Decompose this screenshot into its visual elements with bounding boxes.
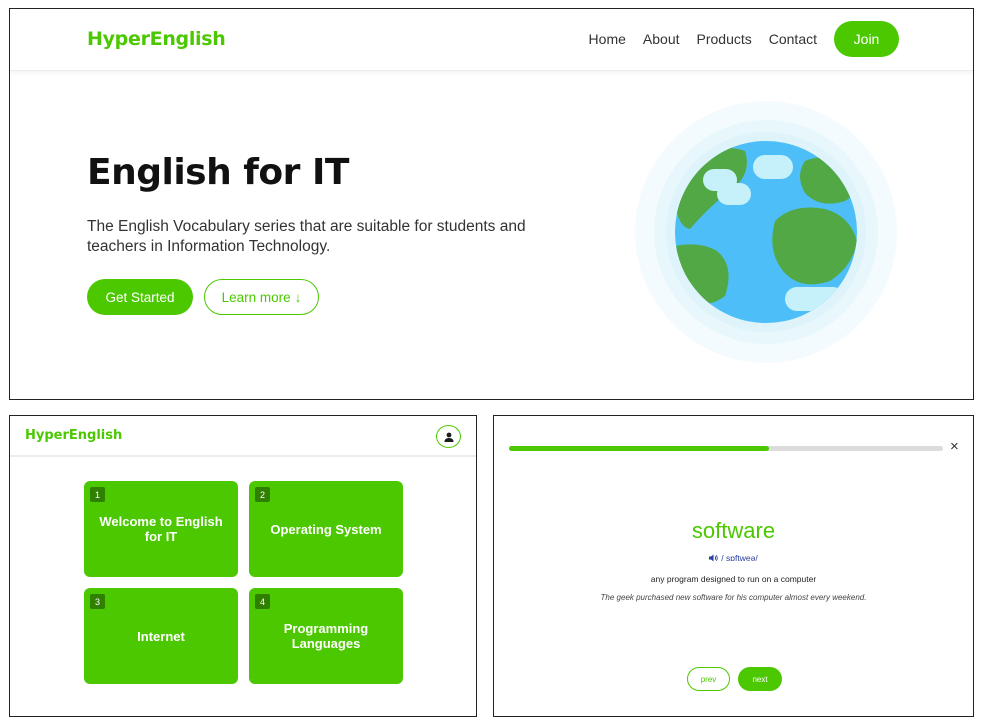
flashcard-word: software — [691, 518, 776, 543]
arrow-down-icon: ↓ — [294, 289, 302, 305]
top-navbar: HyperEnglish Home About Products Contact… — [10, 9, 973, 71]
topic-number-badge: 3 — [90, 594, 105, 609]
pronunciation: / sɒftweə/ — [494, 553, 973, 563]
prev-button[interactable]: prev — [687, 667, 730, 691]
topic-number-badge: 4 — [255, 594, 270, 609]
topic-title: Internet — [137, 628, 185, 644]
learn-more-button[interactable]: Learn more ↓ — [204, 279, 319, 315]
speaker-icon[interactable] — [709, 554, 719, 562]
brand-logo[interactable]: HyperEnglish — [87, 28, 226, 50]
topics-page-screenshot: HyperEnglish 1 Welcome to English for IT… — [9, 415, 477, 717]
topic-number-badge: 2 — [255, 487, 270, 502]
learn-more-label: Learn more — [221, 289, 291, 305]
close-icon[interactable]: × — [950, 438, 959, 455]
hero-subtitle: The English Vocabulary series that are s… — [87, 218, 526, 255]
globe-icon — [635, 101, 897, 363]
definition-text: any program designed to run on a compute… — [650, 574, 817, 584]
progress-bar — [509, 446, 943, 451]
nav-links: Home About Products Contact — [589, 31, 817, 47]
user-icon[interactable] — [436, 425, 461, 448]
nav-link-contact[interactable]: Contact — [769, 31, 817, 47]
topic-title: Operating System — [270, 521, 382, 537]
hero-title: English for IT — [87, 152, 349, 193]
globe-illustration — [635, 101, 897, 363]
phonetic-text: / sɒftweə/ — [721, 553, 758, 563]
example-sentence: The geek purchased new software for his … — [600, 593, 867, 602]
topic-card-2[interactable]: 2 Operating System — [249, 481, 403, 577]
brand-logo[interactable]: HyperEnglish — [25, 428, 122, 443]
join-button[interactable]: Join — [834, 21, 899, 57]
topic-title: Programming Languages — [283, 621, 369, 651]
next-button[interactable]: next — [738, 667, 782, 691]
topic-card-3[interactable]: 3 Internet — [84, 588, 238, 684]
nav-link-products[interactable]: Products — [697, 31, 752, 47]
topic-card-4[interactable]: 4 Programming Languages — [249, 588, 403, 684]
nav-link-home[interactable]: Home — [589, 31, 626, 47]
landing-page-screenshot: HyperEnglish Home About Products Contact… — [9, 8, 974, 400]
user-icon-glyph — [444, 432, 453, 442]
progress-bar-fill — [509, 446, 770, 451]
topic-card-1[interactable]: 1 Welcome to English for IT — [84, 481, 238, 577]
nav-link-about[interactable]: About — [643, 31, 680, 47]
topic-title: Welcome to English for IT — [99, 514, 223, 544]
topics-navbar: HyperEnglish — [10, 416, 476, 457]
topic-number-badge: 1 — [90, 487, 105, 502]
get-started-button[interactable]: Get Started — [87, 279, 193, 315]
flashcard-page-screenshot: × software / sɒftweə/ any program design… — [493, 415, 974, 717]
